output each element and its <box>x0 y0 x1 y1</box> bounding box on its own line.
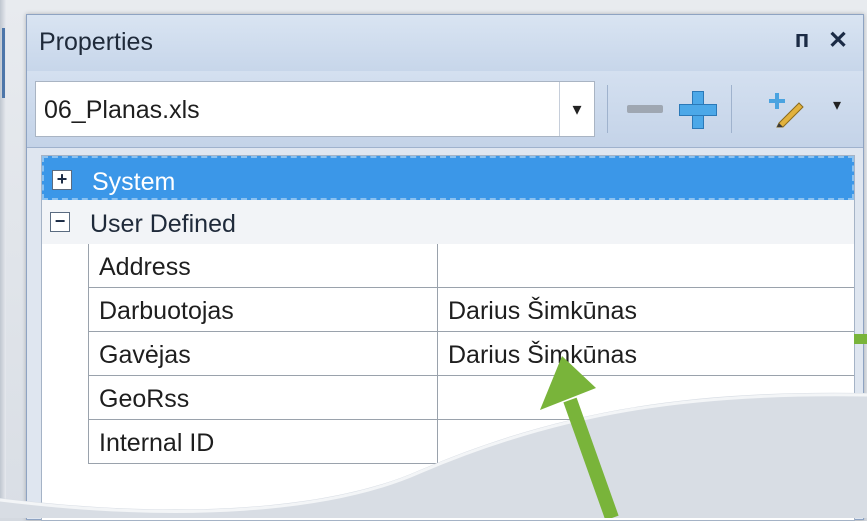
slide-overlay <box>0 356 867 518</box>
